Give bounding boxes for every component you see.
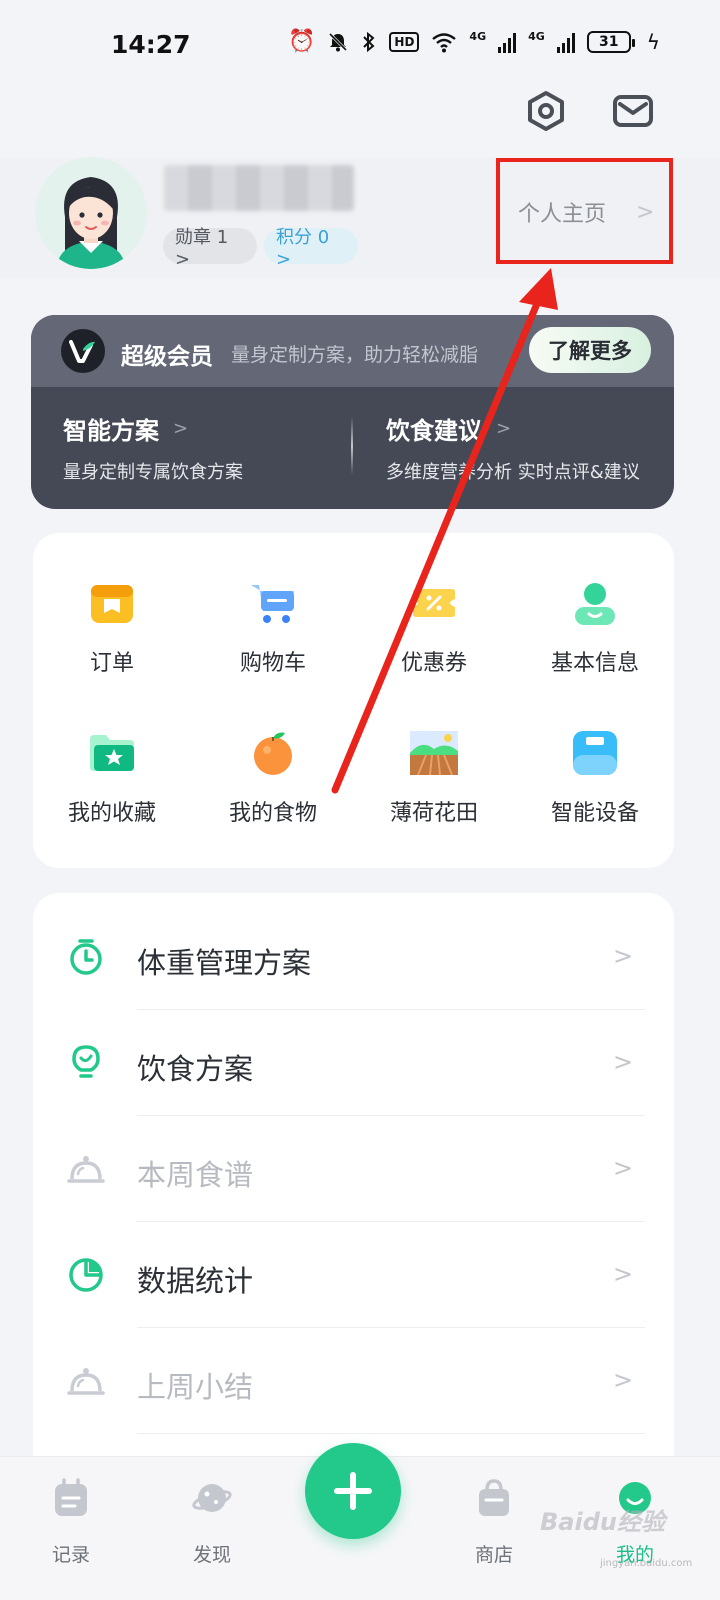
- grid-label: 订单: [89, 651, 134, 676]
- annotation-highlight-box: [496, 158, 673, 264]
- nav-label: 商店: [474, 1544, 513, 1566]
- chevron-right-icon: >: [496, 418, 512, 439]
- watermark-url: jingyan.baidu.com: [600, 1558, 693, 1569]
- diet-advice-title: 饮食建议: [386, 417, 482, 445]
- network-type-2: 4G: [528, 30, 545, 43]
- settings-button[interactable]: [525, 90, 567, 132]
- medal-badge-button[interactable]: 勋章 1 >: [163, 227, 257, 270]
- pie-chart-icon: [69, 1258, 103, 1292]
- status-time: 14:27: [111, 30, 191, 59]
- battery-indicator: 31: [586, 31, 635, 53]
- smart-plan-title: 智能方案: [63, 417, 159, 445]
- nav-tab-store[interactable]: 商店: [454, 1478, 534, 1567]
- menu-item-label: 体重管理方案: [137, 946, 312, 980]
- avatar-girl-icon: [57, 177, 125, 269]
- grid-item-my-food[interactable]: 我的食物: [208, 713, 338, 833]
- grid-item-mint-field[interactable]: 薄荷花田: [369, 713, 499, 833]
- grid-item-basic-info[interactable]: 基本信息: [530, 563, 660, 683]
- menu-item-weekly-recipes[interactable]: 本周食谱 >: [33, 1116, 674, 1222]
- username-redacted: [164, 165, 354, 211]
- menu-item-label: 数据统计: [137, 1264, 254, 1298]
- signal-bars-2-icon: [556, 31, 575, 53]
- grid-label: 优惠券: [400, 651, 467, 676]
- grid-item-smart-devices[interactable]: 智能设备: [530, 713, 660, 833]
- menu-item-data-stats[interactable]: 数据统计 >: [33, 1222, 674, 1328]
- calendar-note-icon: [55, 1478, 87, 1516]
- signal-bars-1-icon: [498, 31, 517, 53]
- grid-label: 基本信息: [550, 651, 639, 676]
- shortcut-grid-card: 订单 购物车 优惠券 基本信息 我的收藏 我的食物 薄荷花田 智能设备: [33, 533, 674, 868]
- planet-icon: [192, 1484, 232, 1512]
- nav-tab-record[interactable]: 记录: [31, 1478, 111, 1567]
- vip-divider: [351, 417, 353, 475]
- grid-item-cart[interactable]: 购物车: [208, 563, 338, 683]
- food-cloche-icon: [67, 1156, 105, 1183]
- vip-v-logo-icon: [69, 340, 95, 363]
- points-badge-button[interactable]: 积分 0 >: [264, 227, 358, 270]
- field-landscape-icon: [410, 731, 458, 776]
- wifi-icon: [432, 33, 457, 53]
- grid-label: 我的食物: [228, 801, 317, 826]
- smart-plan-feature[interactable]: 智能方案 > 量身定制专属饮食方案: [63, 411, 243, 484]
- menu-item-diet-plan[interactable]: 饮食方案 >: [33, 1010, 674, 1116]
- chevron-right-icon: >: [613, 1048, 634, 1076]
- learn-more-button[interactable]: 了解更多: [529, 327, 651, 373]
- mute-bell-icon: [329, 32, 348, 52]
- menu-item-weight-plan[interactable]: 体重管理方案 >: [33, 904, 674, 1010]
- coupon-icon: [413, 589, 455, 617]
- menu-item-last-week-summary[interactable]: 上周小结 >: [33, 1328, 674, 1434]
- food-cloche-icon: [67, 1368, 105, 1395]
- settings-icon: [528, 91, 564, 131]
- nav-label: 记录: [51, 1544, 90, 1566]
- shopping-cart-icon: [251, 585, 294, 623]
- grid-label: 我的收藏: [67, 801, 156, 826]
- chevron-right-icon: >: [613, 1366, 634, 1394]
- grid-label: 购物车: [239, 651, 306, 676]
- user-info-icon: [575, 583, 615, 625]
- vip-membership-card[interactable]: 超级会员 量身定制方案，助力轻松减脂 了解更多 智能方案 > 量身定制专属饮食方案…: [31, 315, 674, 509]
- grid-item-favorites[interactable]: 我的收藏: [47, 713, 177, 833]
- list-divider: [137, 1433, 645, 1434]
- timer-icon: [70, 939, 102, 975]
- chevron-right-icon: >: [613, 1260, 634, 1288]
- smart-plan-subtitle: 量身定制专属饮食方案: [63, 462, 243, 483]
- bluetooth-icon: [363, 31, 375, 53]
- nav-tab-discover[interactable]: 发现: [172, 1478, 252, 1567]
- status-icons: ⏰ HD 4G 4G 31 ϟ: [288, 30, 660, 54]
- order-box-icon: [91, 585, 133, 623]
- orange-fruit-icon: [254, 732, 292, 775]
- smart-scale-icon: [573, 731, 617, 775]
- alarm-icon: ⏰: [288, 29, 316, 54]
- lightbulb-icon: [72, 1045, 100, 1078]
- favorites-folder-icon: [90, 735, 134, 771]
- watermark-logo: Baidu经验: [540, 1508, 665, 1536]
- status-bar: 14:27 ⏰ HD 4G 4G 31 ϟ: [0, 0, 720, 92]
- network-type-1: 4G: [469, 30, 487, 43]
- nav-label: 发现: [192, 1544, 231, 1566]
- diet-advice-feature[interactable]: 饮食建议 > 多维度营养分析 实时点评&建议: [386, 411, 640, 484]
- shopping-bag-icon: [479, 1479, 509, 1516]
- charging-bolt-icon: ϟ: [646, 30, 660, 54]
- vip-logo: [61, 329, 105, 373]
- grid-label: 薄荷花田: [389, 801, 478, 826]
- menu-item-label: 上周小结: [137, 1370, 254, 1404]
- messages-button[interactable]: [612, 90, 654, 132]
- avatar[interactable]: [35, 157, 147, 269]
- mail-icon: [613, 95, 653, 127]
- menu-item-label: 本周食谱: [137, 1158, 254, 1192]
- grid-label: 智能设备: [550, 801, 639, 826]
- chevron-right-icon: >: [613, 1154, 634, 1182]
- menu-list-card: 体重管理方案 > 饮食方案 > 本周食谱 > 数据统计 > 上周小结 >: [33, 893, 674, 1533]
- grid-item-coupons[interactable]: 优惠券: [369, 563, 499, 683]
- vip-slogan: 量身定制方案，助力轻松减脂: [231, 344, 479, 366]
- grid-item-orders[interactable]: 订单: [47, 563, 177, 683]
- add-record-button[interactable]: [305, 1443, 401, 1539]
- vip-title: 超级会员: [121, 344, 213, 370]
- chevron-right-icon: >: [613, 942, 634, 970]
- menu-item-label: 饮食方案: [137, 1052, 254, 1086]
- diet-advice-subtitle: 多维度营养分析 实时点评&建议: [386, 462, 640, 483]
- chevron-right-icon: >: [173, 418, 189, 439]
- hd-badge: HD: [389, 32, 420, 52]
- plus-icon: [334, 1472, 372, 1510]
